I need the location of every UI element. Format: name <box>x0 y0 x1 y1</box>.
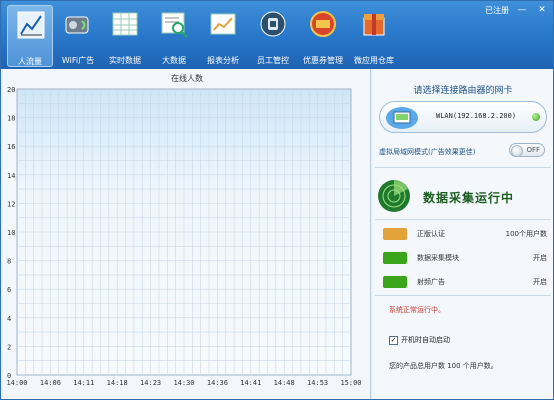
chart-grid <box>17 89 351 375</box>
x-tick-label: 14:30 <box>173 379 194 387</box>
system-status-text: 系统正常运行中。 <box>389 306 445 314</box>
tab-coupon[interactable]: 优惠券管理 <box>300 5 346 67</box>
wifi-ad-icon <box>65 16 89 34</box>
vlan-mode-label: 虚拟局域网模式(广告效果更佳) <box>379 148 476 156</box>
x-tick-label: 14:23 <box>140 379 161 387</box>
close-button[interactable]: ✕ <box>535 4 549 16</box>
y-tick-label: 10 <box>7 229 15 237</box>
y-tick-label: 12 <box>7 200 15 208</box>
y-tick-label: 20 <box>7 86 15 94</box>
x-tick-label: 14:41 <box>240 379 261 387</box>
tab-app-store[interactable]: 微应用仓库 <box>351 5 397 67</box>
row-name: 射频广告 <box>417 278 445 286</box>
tab-traffic[interactable]: 人流量 <box>7 5 53 67</box>
radar-icon <box>378 180 410 212</box>
staff-control-icon <box>260 11 286 37</box>
tab-label: 优惠券管理 <box>303 56 343 65</box>
x-tick-label: 14:18 <box>107 379 128 387</box>
row-value: 开启 <box>533 278 547 286</box>
y-tick-label: 4 <box>7 315 11 323</box>
collection-status-title: 数据采集运行中 <box>423 191 515 205</box>
x-tick-label: 14:48 <box>274 379 295 387</box>
y-tick-label: 18 <box>7 115 15 123</box>
y-tick-label: 6 <box>7 286 11 294</box>
online-users-chart-panel: 0 2 4 6 8 10 12 14 16 18 20 14:00 14:06 14:11 14:18 14… <box>3 69 371 399</box>
vlan-mode-toggle[interactable]: OFF <box>509 143 545 157</box>
tab-wifi-ad[interactable]: WiFi广告 <box>55 5 101 67</box>
row-name: 正版认证 <box>417 230 445 238</box>
product-user-count: 您的产品总用户数 100 个用户数。 <box>389 362 498 370</box>
row-value: 100个用户数 <box>505 230 547 238</box>
x-tick-label: 14:36 <box>207 379 228 387</box>
rf-ad-on-icon <box>383 276 407 288</box>
chart-title: 在线人数 <box>171 74 203 83</box>
x-tick-label: 14:00 <box>6 379 27 387</box>
certificate-icon <box>383 228 407 240</box>
y-tick-label: 8 <box>7 258 11 266</box>
coupon-icon <box>310 11 336 37</box>
autostart-label: 开机时自动启动 <box>401 336 450 344</box>
x-tick-label: 14:11 <box>73 379 94 387</box>
x-tick-label: 15:00 <box>340 379 361 387</box>
nic-prompt: 请选择连接路由器的网卡 <box>413 86 513 96</box>
registered-label: 已注册 <box>485 5 509 15</box>
y-axis-ticks: 02468101214161820 <box>7 86 15 380</box>
big-data-icon <box>161 12 188 38</box>
app-store-icon <box>363 14 385 36</box>
row-name: 数据采集模块 <box>417 254 459 262</box>
y-tick-label: 14 <box>7 172 15 180</box>
nic-selector[interactable]: WLAN(192.168.2.200) <box>379 101 547 133</box>
x-tick-label: 14:53 <box>307 379 328 387</box>
x-tick-label: 14:06 <box>40 379 61 387</box>
tab-big-data[interactable]: 大数据 <box>151 5 197 67</box>
status-side-panel: 请选择连接路由器的网卡 WLAN(192.168.2.200) 虚拟局域网模式(… <box>373 69 553 399</box>
app-window: 已注册 — ✕ 人流量 WiFi广告 实时数据 大数据 报表分析 员工管控 优惠… <box>0 0 554 400</box>
divider <box>375 219 551 220</box>
report-analysis-icon <box>210 13 236 35</box>
autostart-option[interactable]: ✓ 开机时自动启动 <box>389 335 450 345</box>
online-users-chart: 02468101214161820 14:00 14:06 14:11 14:18 14… <box>6 86 361 387</box>
divider <box>375 167 551 168</box>
tab-realtime[interactable]: 实时数据 <box>102 5 148 67</box>
window-controls: 已注册 — ✕ <box>485 3 549 17</box>
nic-value: WLAN(192.168.2.200) <box>436 112 517 120</box>
tab-report[interactable]: 报表分析 <box>200 5 246 67</box>
tab-staff[interactable]: 员工管控 <box>250 5 296 67</box>
main-toolbar: 已注册 — ✕ 人流量 WiFi广告 实时数据 大数据 报表分析 员工管控 优惠… <box>1 1 553 69</box>
realtime-table-icon <box>112 12 138 36</box>
divider <box>375 295 551 296</box>
network-card-icon <box>386 107 418 129</box>
x-axis-ticks: 14:00 14:06 14:11 14:18 14:23 14:30 14:36 14:41… <box>6 379 361 387</box>
traffic-chart-icon <box>17 11 45 39</box>
toggle-state: OFF <box>526 146 540 154</box>
minimize-button[interactable]: — <box>515 4 529 16</box>
toggle-knob <box>511 145 523 157</box>
row-value: 开启 <box>533 254 547 262</box>
status-row-certificate: 正版认证 100个用户数 <box>383 227 547 241</box>
y-tick-label: 16 <box>7 143 15 151</box>
y-tick-label: 2 <box>7 343 11 351</box>
status-row-rf-ad: 射频广告 开启 <box>383 275 547 289</box>
module-on-icon <box>383 252 407 264</box>
status-row-collection-module: 数据采集模块 开启 <box>383 251 547 265</box>
tab-label: 微应用仓库 <box>354 56 394 65</box>
autostart-checkbox[interactable]: ✓ <box>389 335 398 345</box>
status-dot-icon <box>532 113 540 121</box>
